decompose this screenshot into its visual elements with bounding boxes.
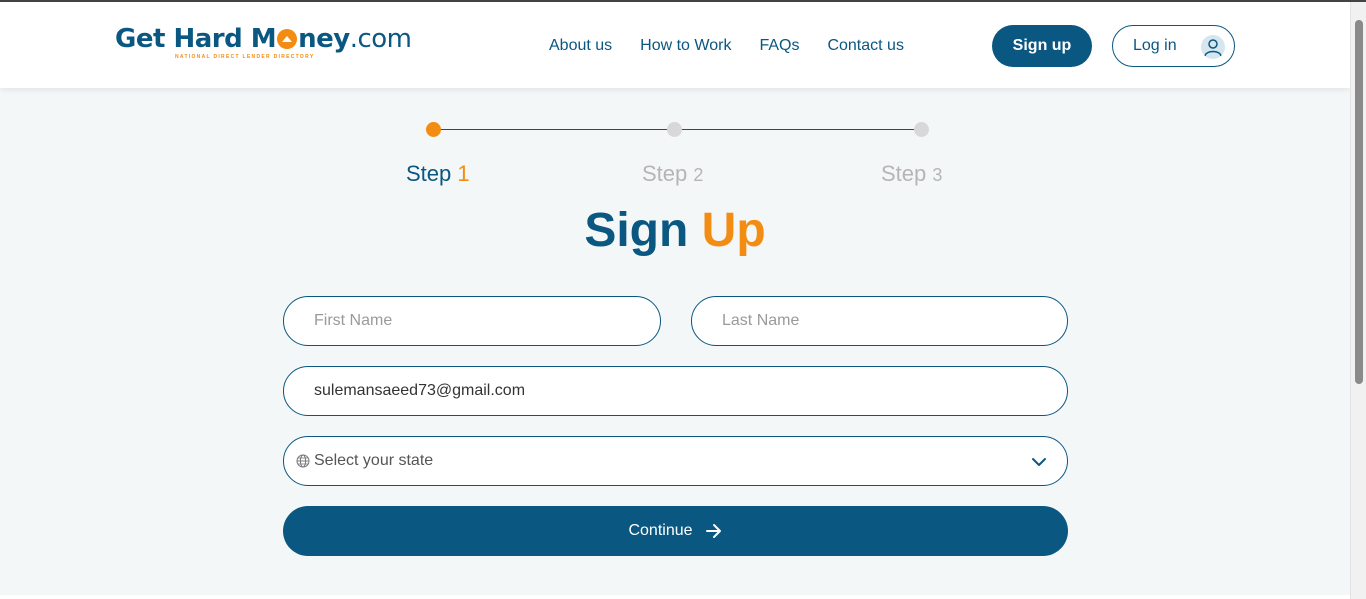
title-part1: Sign [584,204,689,257]
step-1-label: Step 1 [406,161,470,187]
progress-line-1 [436,129,676,130]
progress-line-2 [680,129,922,130]
step-2-word: Step [642,161,688,186]
step-1-word: Step [406,161,452,186]
last-name-input[interactable] [722,312,1067,330]
globe-icon [296,454,310,468]
arrow-right-icon [705,524,721,538]
first-name-field[interactable] [283,296,661,346]
step-1-number: 1 [457,161,470,186]
continue-button-label: Continue [628,522,693,539]
continue-button[interactable]: Continue [283,506,1068,556]
chevron-down-icon [1032,458,1046,466]
email-input[interactable] [314,382,1067,400]
page-bottom-edge [0,595,1350,599]
first-name-input[interactable] [314,312,660,330]
scrollbar-thumb[interactable] [1355,20,1363,384]
step-2-number: 2 [693,165,704,185]
page-scrollbar[interactable] [1350,2,1366,599]
last-name-field[interactable] [691,296,1068,346]
title-part2: Up [701,204,766,257]
step-2-label: Step 2 [642,161,703,187]
step-3-number: 3 [932,165,943,185]
state-select[interactable]: Select your state [283,436,1068,486]
step-1-dot [426,122,441,137]
step-3-dot [914,122,929,137]
step-3-label: Step 3 [881,161,942,187]
state-select-value: Select your state [314,452,434,469]
page-title: Sign Up [0,203,1350,258]
step-2-dot [667,122,682,137]
step-3-word: Step [881,161,927,186]
signup-progress: Step 1 Step 2 Step 3 [0,2,1350,202]
email-field[interactable] [283,366,1068,416]
